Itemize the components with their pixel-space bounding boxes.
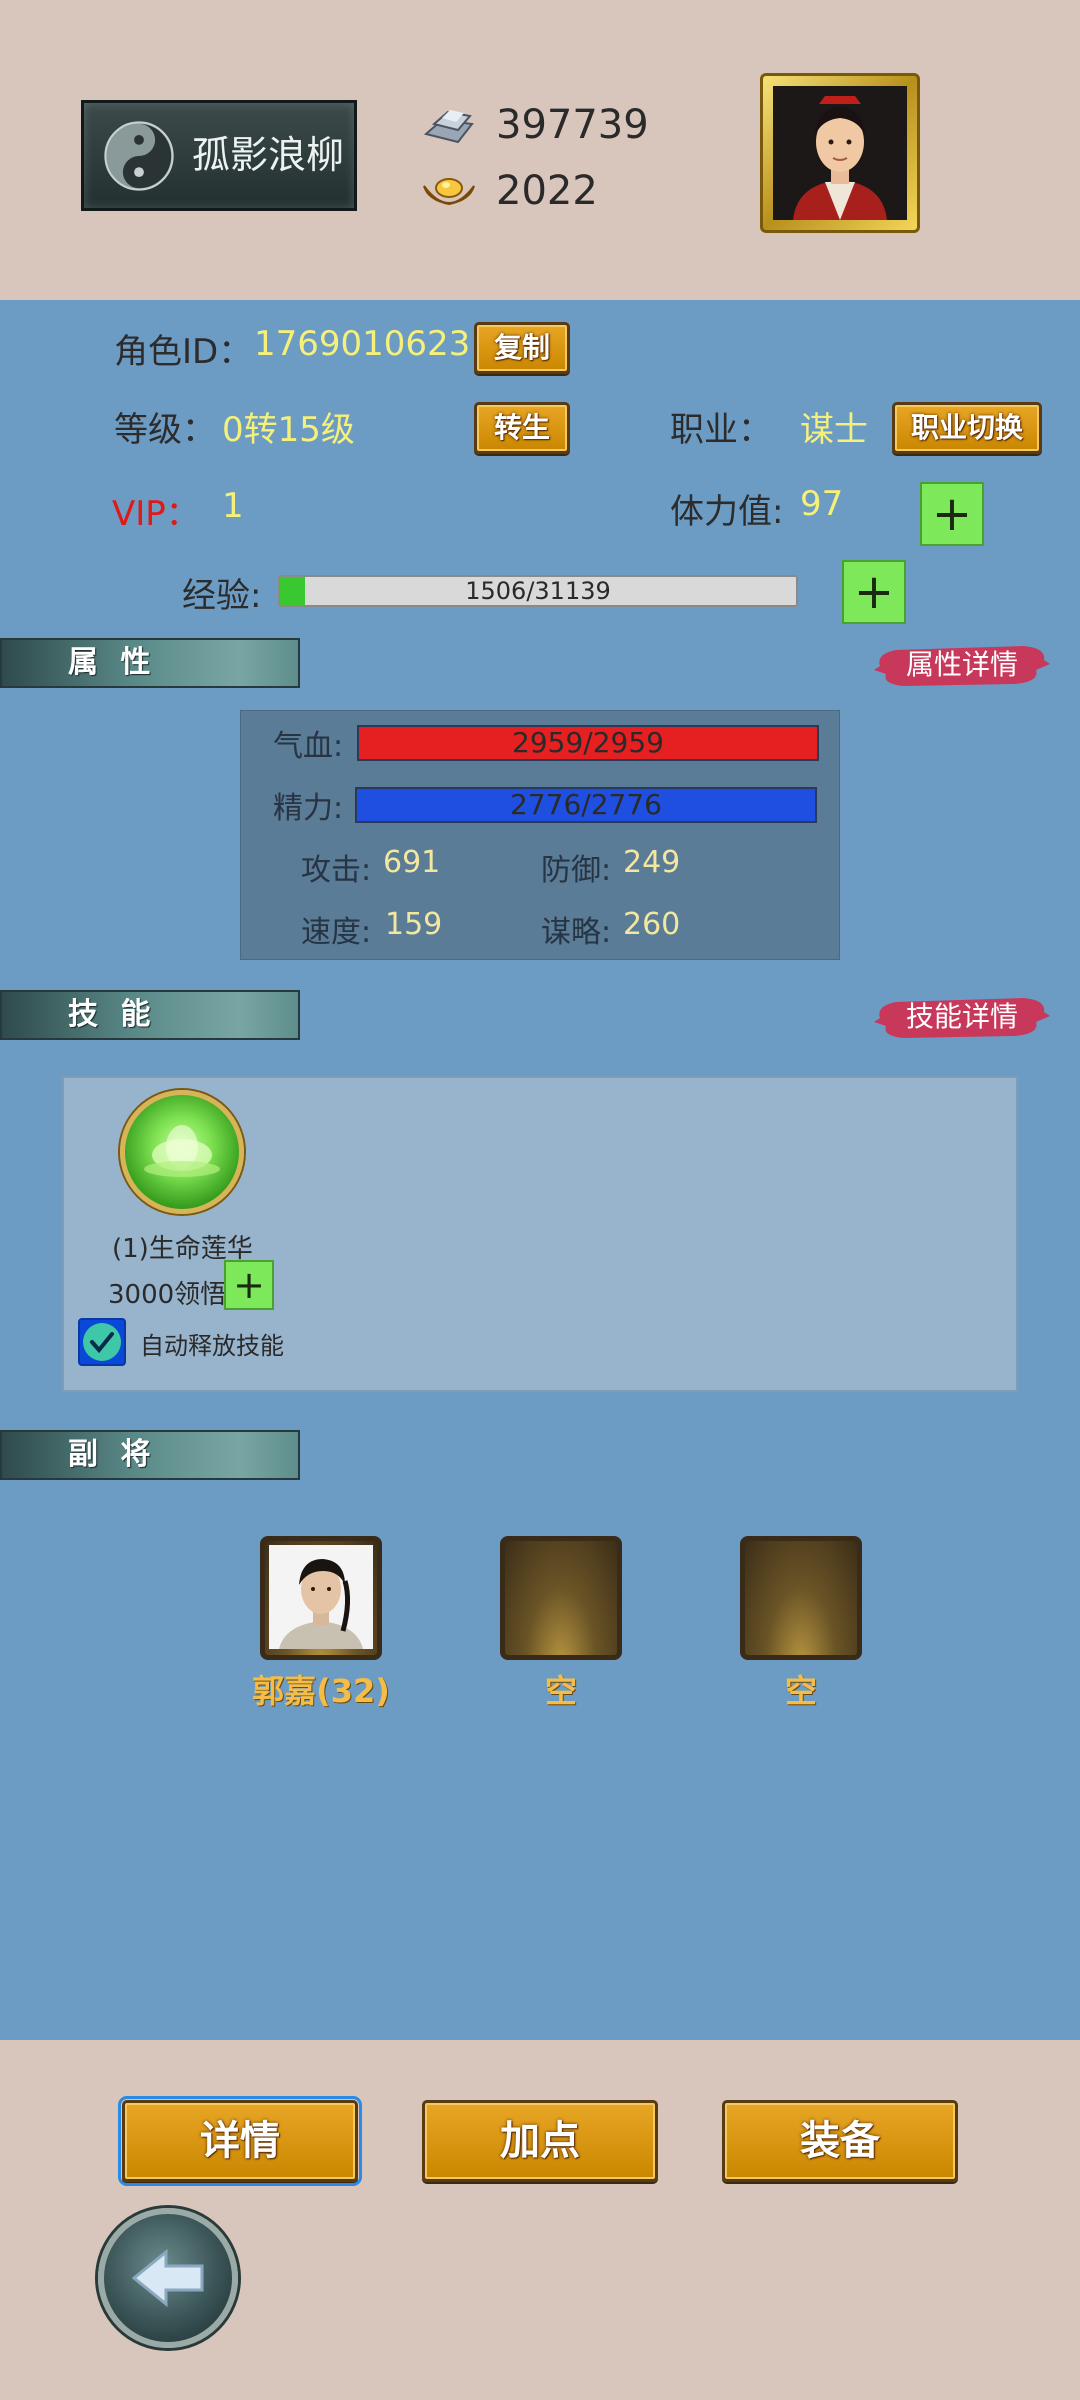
skill-cost: 3000领悟 (108, 1280, 227, 1310)
speed-label: 速度: (301, 915, 372, 950)
exp-label: 经验: (182, 576, 262, 616)
exp-bar: 1506/31139 (278, 575, 798, 607)
back-arrow-icon (131, 2248, 204, 2308)
copy-button[interactable]: 复制 (474, 322, 570, 374)
upgrade-skill-button[interactable]: + (224, 1260, 274, 1310)
player-name: 孤影浪柳 (192, 133, 345, 177)
generals-title: 副 将 (68, 1437, 157, 1472)
defense-label: 防御: (541, 853, 612, 888)
general-portrait (269, 1545, 373, 1649)
role-id-label: 角色ID： (114, 332, 253, 372)
role-id-value: 1769010623 (254, 324, 471, 364)
checkmark-icon (83, 1323, 121, 1361)
level-value: 0转15级 (222, 410, 355, 450)
class-value: 谋士 (800, 410, 868, 450)
hp-label: 气血: (273, 729, 344, 764)
player-name-plate[interactable]: 孤影浪柳 (81, 100, 357, 211)
back-button[interactable] (98, 2208, 238, 2348)
attack-label: 攻击: (301, 853, 372, 888)
vip-value: 1 (222, 486, 244, 526)
attributes-title: 属 性 (68, 645, 157, 680)
speed-value: 159 (385, 907, 443, 942)
add-exp-button[interactable]: + (842, 560, 906, 624)
attribute-stats-panel: 气血: 2959/2959 精力: 2776/2776 攻击: 691 防御: … (240, 710, 840, 960)
player-portrait (773, 86, 907, 220)
general-name-1: 郭嘉(32) (252, 1672, 390, 1710)
silver-ingot-icon (423, 110, 474, 144)
class-switch-button[interactable]: 职业切换 (892, 402, 1042, 454)
general-slot-1[interactable] (260, 1536, 382, 1660)
silver-amount: 397739 (496, 102, 649, 148)
add-stamina-button[interactable]: + (920, 482, 984, 546)
auto-release-label: 自动释放技能 (140, 1332, 284, 1360)
generals-section-header: 副 将 (0, 1430, 300, 1480)
class-label: 职业： (670, 410, 772, 450)
attributes-section-header: 属 性 (0, 638, 300, 688)
general-name-2: 空 (544, 1672, 577, 1710)
character-info-panel: 角色ID： 1769010623 复制 等级： 0转15级 转生 职业： 谋士 … (0, 300, 1080, 2040)
tab-add-points[interactable]: 加点 (422, 2100, 658, 2182)
vip-label: VIP： (112, 494, 200, 534)
tab-equipment[interactable]: 装备 (722, 2100, 958, 2182)
stamina-label: 体力值: (670, 492, 784, 532)
mp-bar-text: 2776/2776 (510, 788, 662, 821)
attribute-details-label: 属性详情 (905, 648, 1018, 681)
stamina-value: 97 (800, 484, 844, 524)
skills-title: 技 能 (68, 997, 157, 1032)
general-slot-3[interactable] (740, 1536, 862, 1660)
yinyang-icon (104, 121, 174, 191)
level-label: 等级： (114, 410, 216, 450)
hp-bar: 2959/2959 (357, 725, 819, 761)
general-name-3: 空 (784, 1672, 817, 1710)
gold-amount: 2022 (496, 168, 598, 214)
player-portrait-frame[interactable] (760, 73, 920, 233)
lotus-glow-icon (144, 1125, 220, 1177)
mp-label: 精力: (273, 791, 344, 826)
bottom-tab-bar: 详情 加点 装备 (0, 2040, 1080, 2400)
general-slot-2[interactable] (500, 1536, 622, 1660)
hp-bar-text: 2959/2959 (512, 726, 664, 759)
attribute-details-button[interactable]: 属性详情 (874, 640, 1050, 690)
skill-panel: (1)生命莲华 3000领悟 + 自动释放技能 (62, 1076, 1018, 1392)
strategy-label: 谋略: (541, 915, 612, 950)
top-header: 孤影浪柳 397739 2022 (0, 0, 1080, 300)
attack-value: 691 (383, 845, 441, 880)
tab-details[interactable]: 详情 (118, 2096, 362, 2186)
defense-value: 249 (623, 845, 681, 880)
strategy-value: 260 (623, 907, 681, 942)
rebirth-button[interactable]: 转生 (474, 402, 570, 454)
skill-details-button[interactable]: 技能详情 (874, 992, 1050, 1042)
exp-bar-text: 1506/31139 (465, 577, 611, 605)
gold-ingot-icon (423, 178, 475, 206)
skill-details-label: 技能详情 (905, 1000, 1018, 1033)
skills-section-header: 技 能 (0, 990, 300, 1040)
auto-release-checkbox[interactable] (78, 1318, 126, 1366)
life-lotus-skill-icon[interactable] (120, 1090, 244, 1214)
mp-bar: 2776/2776 (355, 787, 817, 823)
